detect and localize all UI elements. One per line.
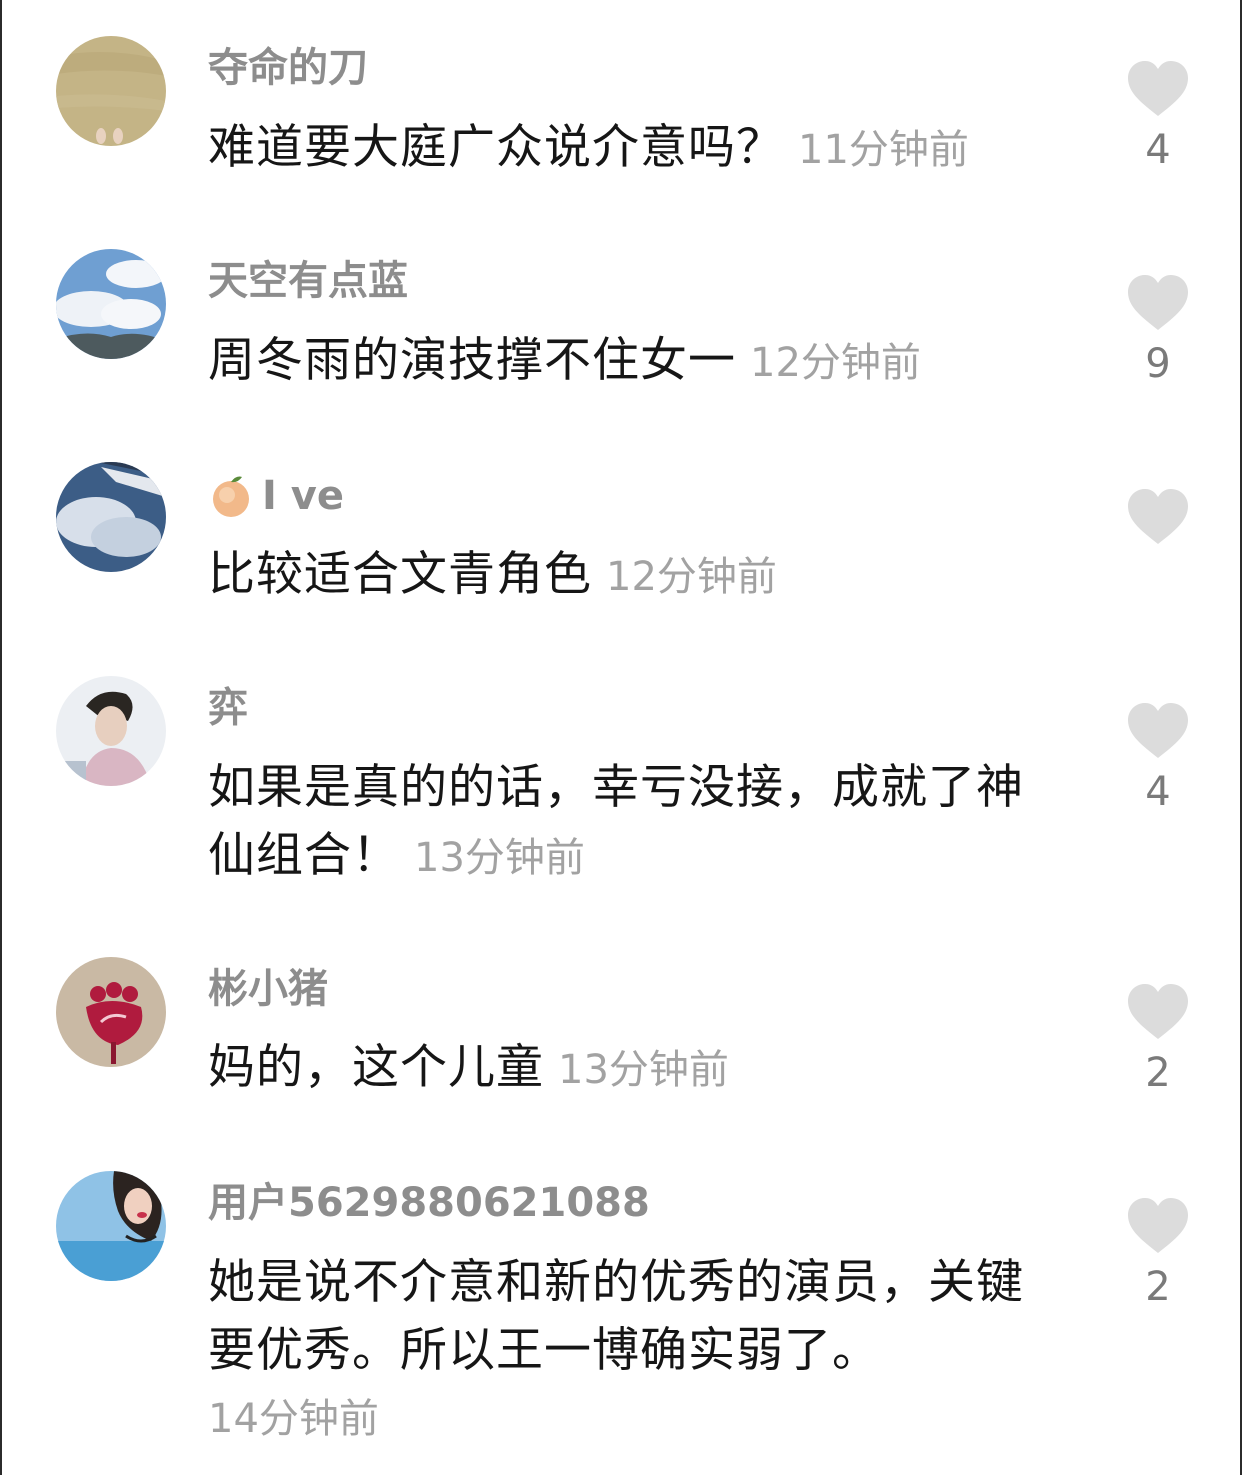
comment-text: 比较适合文青角色 12分钟前	[208, 547, 777, 602]
avatar[interactable]	[56, 462, 166, 572]
avatar[interactable]	[56, 676, 166, 786]
avatar[interactable]	[56, 1171, 166, 1281]
heart-icon	[1128, 61, 1188, 116]
heart-icon	[1128, 984, 1188, 1039]
like-button[interactable]	[1126, 274, 1190, 332]
comment-text: 周冬雨的演技撑不住女一 12分钟前	[208, 333, 921, 388]
comment-text: 妈的，这个儿童 13分钟前	[208, 1040, 729, 1095]
username[interactable]: 彬小猪	[208, 963, 328, 1015]
like-button[interactable]	[1126, 983, 1190, 1041]
like-count: 4	[1145, 769, 1171, 815]
comment-text: 如果是真的的话，幸亏没接，成就了神仙组合！ 13分钟前	[208, 760, 1024, 883]
like-count: 2	[1145, 1264, 1171, 1310]
peach-emoji-icon	[208, 473, 254, 519]
like-button[interactable]	[1126, 702, 1190, 760]
username[interactable]: 天空有点蓝	[208, 255, 408, 307]
frame-border-left	[0, 0, 2, 1475]
like-count: 2	[1145, 1050, 1171, 1096]
comment-time: 12分钟前	[606, 554, 777, 600]
like-button[interactable]	[1126, 1197, 1190, 1255]
comment-time: 13分钟前	[558, 1047, 729, 1093]
username[interactable]: I ve	[208, 470, 344, 522]
comment-time: 11分钟前	[798, 127, 969, 173]
like-button[interactable]	[1126, 488, 1190, 546]
username[interactable]: 弈	[208, 682, 248, 734]
comment-text: 难道要大庭广众说介意吗？ 11分钟前	[208, 120, 969, 175]
avatar[interactable]	[56, 249, 166, 359]
heart-icon	[1128, 489, 1188, 544]
comment-time: 12分钟前	[750, 340, 921, 386]
like-button[interactable]	[1126, 60, 1190, 118]
avatar[interactable]	[56, 36, 166, 146]
avatar[interactable]	[56, 957, 166, 1067]
like-count: 9	[1145, 341, 1171, 387]
heart-icon	[1128, 703, 1188, 758]
username[interactable]: 夺命的刀	[208, 42, 368, 94]
like-count: 4	[1145, 127, 1171, 173]
heart-icon	[1128, 1198, 1188, 1253]
username[interactable]: 用户5629880621088	[208, 1177, 650, 1229]
heart-icon	[1128, 275, 1188, 330]
comment-time: 14分钟前	[208, 1396, 379, 1442]
comment-time: 13分钟前	[414, 835, 585, 881]
comment-text: 她是说不介意和新的优秀的演员，关键要优秀。所以王一博确实弱了。	[208, 1255, 1024, 1378]
